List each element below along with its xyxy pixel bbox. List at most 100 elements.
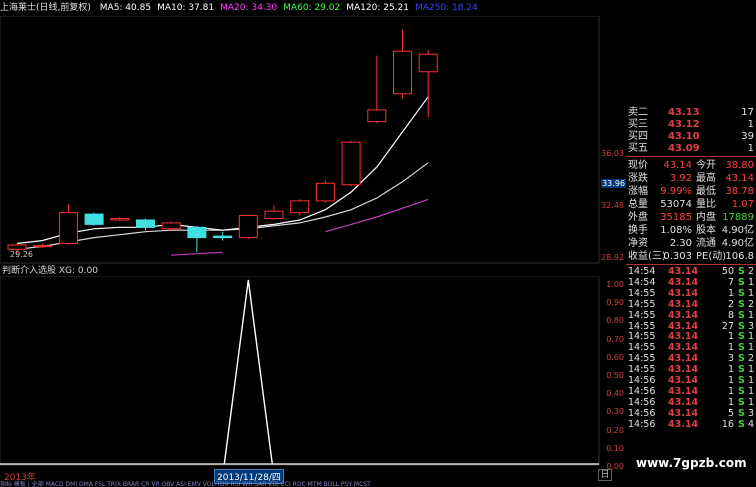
- ma-legend-item: MA250: 18.24: [414, 3, 478, 13]
- stat-row: 涨跌 3.92 最高 43.14: [626, 172, 756, 185]
- stat-value: 1.08%: [660, 225, 692, 236]
- tick-volume: 3: [727, 353, 734, 365]
- stat-label: 涨幅: [628, 186, 648, 197]
- tick-row: 14:56 43.14 1 S 1: [626, 386, 756, 397]
- tick-count: 1: [747, 287, 754, 299]
- order-level-name: 买五: [628, 143, 648, 154]
- tick-side: S: [738, 418, 745, 430]
- candle-body: [341, 141, 361, 186]
- ma-legend-item: MA60: 29.02: [283, 3, 341, 13]
- stat-label: 换手: [628, 225, 648, 236]
- stat-label: 净资: [628, 238, 648, 249]
- tick-price: 43.14: [668, 407, 699, 419]
- tick-side: S: [738, 396, 745, 408]
- stock-title: 上海莱士(日线,前复权): [0, 3, 91, 13]
- stat-row: 外盘 35185 内盘 17889: [626, 211, 756, 224]
- tick-row: 14:55 43.14 1 S 1: [626, 331, 756, 342]
- stat-value: 2.30: [669, 238, 692, 249]
- ma-legend-item: MA10: 37.81: [157, 3, 215, 13]
- stat-row: 总量 53074 量比 1.07: [626, 198, 756, 211]
- tick-time: 14:55: [628, 320, 656, 332]
- candle-body: [393, 50, 412, 95]
- candle: [290, 199, 310, 216]
- candle: [84, 212, 104, 226]
- tick-time: 14:56: [628, 418, 656, 430]
- panel-divider: [626, 264, 756, 265]
- indicator-chart[interactable]: [0, 276, 600, 466]
- stat-label: 涨跌: [628, 173, 648, 184]
- tick-count: 1: [747, 331, 754, 343]
- tick-side: S: [738, 276, 745, 288]
- indicator-tick-label: 0.50: [606, 371, 624, 380]
- tick-row: 14:55 43.14 1 S 1: [626, 288, 756, 299]
- stat-row: 净资 2.30 流通 4.90亿: [626, 237, 756, 250]
- stat-value: 38.80: [725, 160, 754, 171]
- stat-value: 4.90亿: [721, 238, 754, 249]
- tick-count: 3: [747, 407, 754, 419]
- stat-value: 53074: [660, 199, 692, 210]
- tick-side: S: [738, 298, 745, 310]
- stat-label: 总量: [628, 199, 648, 210]
- stat-value: 43.14: [663, 160, 692, 171]
- candle-body: [110, 218, 130, 221]
- tick-count: 1: [747, 396, 754, 408]
- indicator-tabs-bar[interactable]: 指标 模板 | 全部 MACD DMI DMA FSL TRIX BRAR CR…: [0, 479, 600, 487]
- tick-row: 14:55 43.14 1 S 1: [626, 364, 756, 375]
- price-tick-label: 36.03: [601, 148, 624, 158]
- stat-label: 最高: [696, 173, 716, 184]
- tick-count: 1: [747, 385, 754, 397]
- candle: [418, 49, 438, 118]
- stat-value: 3.92: [669, 173, 692, 184]
- candle: [393, 29, 412, 99]
- price-axis: 36.03 33.96 32.48 28.92 1.00 0.90 0.80 0.70 0.60…: [600, 16, 626, 471]
- candle-body: [187, 226, 207, 239]
- stat-value: 17889: [722, 212, 754, 223]
- candle-body: [58, 212, 78, 244]
- stat-value: 0.303: [663, 251, 692, 262]
- indicator-tick-label: 0.30: [606, 407, 624, 417]
- candle-body: [213, 235, 233, 239]
- candlestick-chart[interactable]: [0, 16, 600, 264]
- price-tick-label: 32.48: [601, 201, 624, 211]
- tick-volume: 27: [721, 320, 734, 332]
- tick-side: S: [738, 385, 745, 397]
- stat-value: 9.99%: [660, 186, 692, 197]
- stat-row: 涨幅 9.99% 最低 38.78: [626, 185, 756, 198]
- tick-time: 14:55: [628, 353, 656, 365]
- min-price-label: 29.26: [10, 250, 33, 259]
- watermark: www.7gpzb.com: [636, 456, 747, 470]
- tick-count: 1: [747, 276, 754, 288]
- period-button[interactable]: 日: [598, 469, 612, 481]
- ma-legend-item: MA120: 25.21: [346, 3, 409, 13]
- candle: [161, 221, 181, 231]
- tick-volume: 1: [727, 331, 734, 343]
- tick-price: 43.14: [668, 385, 699, 397]
- tick-side: S: [738, 320, 745, 332]
- tick-price: 43.14: [668, 375, 699, 386]
- tick-count: 2: [747, 266, 754, 277]
- tick-volume: 1: [727, 375, 734, 386]
- tick-row: 14:55 43.14 3 S 2: [626, 353, 756, 364]
- tick-price: 43.14: [668, 266, 699, 277]
- indicator-tick-label: 0.80: [606, 316, 624, 326]
- candle: [187, 225, 207, 253]
- tick-price: 43.14: [668, 353, 699, 365]
- indicator-tick-label: 0.10: [606, 443, 624, 453]
- indicator-tick-label: 0.70: [606, 334, 624, 344]
- tick-count: 3: [747, 320, 754, 332]
- tick-time: 14:55: [628, 287, 656, 299]
- stat-value: 1.07: [731, 199, 754, 210]
- candle: [341, 140, 361, 187]
- tick-price: 43.14: [668, 298, 699, 310]
- candle-body: [161, 222, 181, 230]
- tick-side: S: [738, 309, 745, 321]
- tick-price: 43.14: [668, 287, 699, 299]
- tick-row: 14:55 43.14 1 S 1: [626, 342, 756, 353]
- candle: [238, 215, 258, 240]
- tick-time: 14:54: [628, 276, 656, 288]
- tick-volume: 1: [727, 287, 734, 299]
- tick-row: 14:55 43.14 8 S 1: [626, 310, 756, 321]
- xg-signal-peak: [223, 279, 273, 465]
- indicator-tick-label: 0.20: [606, 425, 624, 435]
- tick-volume: 50: [721, 266, 734, 277]
